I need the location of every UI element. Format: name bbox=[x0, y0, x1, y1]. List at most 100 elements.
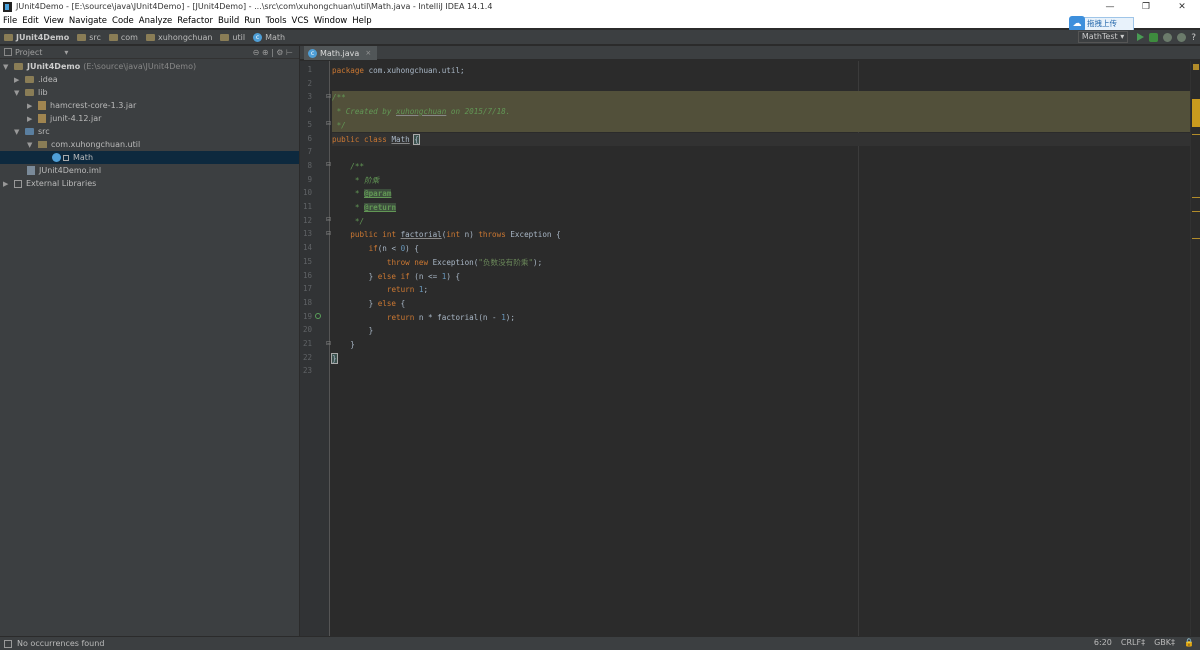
file-encoding[interactable]: GBK‡ bbox=[1154, 638, 1175, 647]
breadcrumb-project[interactable]: JUnit4Demo bbox=[4, 33, 69, 42]
expand-arrow-icon[interactable]: ▼ bbox=[14, 89, 22, 97]
upload-button-label: 拖拽上传 bbox=[1087, 19, 1117, 28]
class-icon: c bbox=[253, 32, 263, 42]
upload-button[interactable]: ☁ 拖拽上传 bbox=[1069, 16, 1134, 32]
menu-run[interactable]: Run bbox=[244, 16, 260, 26]
lock-icon[interactable]: 🔒 bbox=[1184, 638, 1194, 647]
project-toolbar-icons[interactable]: ⊖ ⊕ | ⚙ ⊢ bbox=[253, 48, 293, 57]
tree-item-iml[interactable]: JUnit4Demo.iml bbox=[0, 164, 299, 177]
tree-item-path: (E:\source\java\JUnit4Demo) bbox=[83, 62, 197, 71]
fold-marker-icon[interactable]: ⊟ bbox=[326, 93, 331, 100]
line-number: 21 bbox=[302, 339, 312, 348]
fold-marker-icon[interactable]: ⊟ bbox=[326, 340, 331, 347]
expand-arrow-icon[interactable]: ▶ bbox=[14, 76, 22, 84]
tree-item-hamcrest-jar[interactable]: ▶ hamcrest-core-1.3.jar bbox=[0, 99, 299, 112]
line-number: 13 bbox=[302, 229, 312, 239]
expand-arrow-icon[interactable]: ▶ bbox=[27, 115, 35, 123]
recursive-call-icon[interactable] bbox=[315, 313, 321, 319]
restore-button[interactable]: ❐ bbox=[1128, 0, 1164, 14]
folder-icon bbox=[77, 33, 87, 41]
project-header-label[interactable]: Project bbox=[15, 48, 42, 57]
tree-item-idea[interactable]: ▶ .idea bbox=[0, 73, 299, 86]
tree-item-junit-jar[interactable]: ▶ junit-4.12.jar bbox=[0, 112, 299, 125]
warning-marker[interactable] bbox=[1192, 99, 1200, 127]
help-icon[interactable]: ? bbox=[1191, 33, 1196, 43]
breadcrumb-xuhongchuan[interactable]: xuhongchuan bbox=[145, 33, 212, 42]
line-number: 7 bbox=[307, 147, 312, 157]
run-icon[interactable] bbox=[1137, 33, 1145, 41]
status-message: No occurrences found bbox=[17, 639, 105, 648]
run-configuration-select[interactable]: MathTest ▾ bbox=[1077, 31, 1129, 43]
expand-arrow-icon[interactable]: ▼ bbox=[3, 63, 11, 71]
access-modifier-icon bbox=[63, 154, 69, 161]
debug-icon[interactable] bbox=[1149, 32, 1159, 42]
tree-item-src[interactable]: ▼ src bbox=[0, 125, 299, 138]
package-icon bbox=[38, 141, 47, 148]
breadcrumb-com[interactable]: com bbox=[108, 33, 138, 42]
fold-marker-icon[interactable]: ⊟ bbox=[326, 230, 331, 237]
tool-windows-icon[interactable] bbox=[4, 639, 12, 648]
source-folder-icon bbox=[25, 128, 34, 135]
iml-file-icon bbox=[27, 166, 35, 175]
expand-arrow-icon[interactable]: ▼ bbox=[27, 141, 35, 149]
line-separator[interactable]: CRLF‡ bbox=[1121, 638, 1145, 647]
menu-edit[interactable]: Edit bbox=[22, 16, 38, 26]
breadcrumb-label: Math bbox=[265, 32, 286, 42]
expand-arrow-icon[interactable]: ▶ bbox=[27, 102, 35, 110]
menu-refactor[interactable]: Refactor bbox=[177, 16, 213, 26]
fold-marker-icon[interactable]: ⊟ bbox=[326, 161, 331, 168]
tree-item-label: JUnit4Demo bbox=[27, 62, 81, 71]
code-editor[interactable]: 1 2 3 4 5 6 7 8 9 10 11 12 13 14 15 16 1… bbox=[300, 61, 1190, 636]
navigation-bar: JUnit4Demo src com xuhongchuan util c Mat… bbox=[0, 30, 1200, 45]
project-view-dropdown[interactable]: ▾ bbox=[64, 48, 68, 57]
menu-analyze[interactable]: Analyze bbox=[139, 16, 173, 26]
line-number: 17 bbox=[302, 284, 312, 294]
menu-tools[interactable]: Tools bbox=[266, 16, 287, 26]
menu-code[interactable]: Code bbox=[112, 16, 134, 26]
close-tab-icon[interactable]: × bbox=[365, 49, 371, 57]
tree-item-lib[interactable]: ▼ lib bbox=[0, 86, 299, 99]
line-number: 5 bbox=[307, 119, 312, 129]
minimize-button[interactable]: — bbox=[1092, 0, 1128, 14]
line-number: 19 bbox=[302, 311, 312, 321]
close-button[interactable]: ✕ bbox=[1164, 0, 1200, 14]
menu-navigate[interactable]: Navigate bbox=[69, 16, 107, 26]
warning-marker[interactable] bbox=[1192, 238, 1200, 239]
inspection-status-icon[interactable] bbox=[1193, 64, 1199, 70]
menu-build[interactable]: Build bbox=[218, 16, 239, 26]
menu-window[interactable]: Window bbox=[314, 16, 348, 26]
status-bar: No occurrences found 6:20 CRLF‡ GBK‡ 🔒 bbox=[0, 636, 1200, 650]
expand-arrow-icon[interactable]: ▶ bbox=[3, 180, 11, 188]
warning-marker[interactable] bbox=[1192, 211, 1200, 212]
warning-marker[interactable] bbox=[1192, 197, 1200, 198]
tree-item-external-libraries[interactable]: ▶ External Libraries bbox=[0, 177, 299, 190]
profile-icon[interactable] bbox=[1177, 32, 1187, 42]
menu-help[interactable]: Help bbox=[352, 16, 371, 26]
tree-item-package[interactable]: ▼ com.xuhongchuan.util bbox=[0, 138, 299, 151]
tree-item-label: junit-4.12.jar bbox=[50, 114, 102, 123]
fold-marker-icon[interactable]: ⊟ bbox=[326, 120, 331, 127]
line-number: 22 bbox=[302, 352, 312, 362]
tree-item-math-class[interactable]: Math bbox=[0, 151, 299, 164]
breadcrumb-util[interactable]: util bbox=[220, 33, 245, 42]
breadcrumb-math[interactable]: c Math bbox=[253, 32, 286, 42]
code-line: } bbox=[332, 326, 374, 336]
menu-view[interactable]: View bbox=[44, 16, 64, 26]
warning-marker[interactable] bbox=[1192, 134, 1200, 135]
window-title-bar: JUnit4Demo - [E:\source\java\JUnit4Demo]… bbox=[0, 0, 1200, 14]
tree-item-project-root[interactable]: ▼ JUnit4Demo (E:\source\java\JUnit4Demo) bbox=[0, 60, 299, 73]
line-number: 9 bbox=[307, 174, 312, 184]
menu-file[interactable]: File bbox=[3, 16, 17, 26]
caret-position[interactable]: 6:20 bbox=[1094, 638, 1112, 647]
menu-vcs[interactable]: VCS bbox=[292, 16, 309, 26]
code-line: public class Math { bbox=[332, 132, 1190, 147]
error-stripe[interactable] bbox=[1190, 61, 1200, 636]
fold-marker-icon[interactable]: ⊟ bbox=[326, 216, 331, 223]
tab-math-java[interactable]: c Math.java × bbox=[304, 46, 378, 60]
line-number: 11 bbox=[302, 202, 312, 211]
line-number: 15 bbox=[302, 256, 312, 266]
coverage-icon[interactable] bbox=[1163, 32, 1173, 42]
breadcrumb-src[interactable]: src bbox=[77, 33, 101, 42]
expand-arrow-icon[interactable]: ▼ bbox=[14, 128, 22, 136]
